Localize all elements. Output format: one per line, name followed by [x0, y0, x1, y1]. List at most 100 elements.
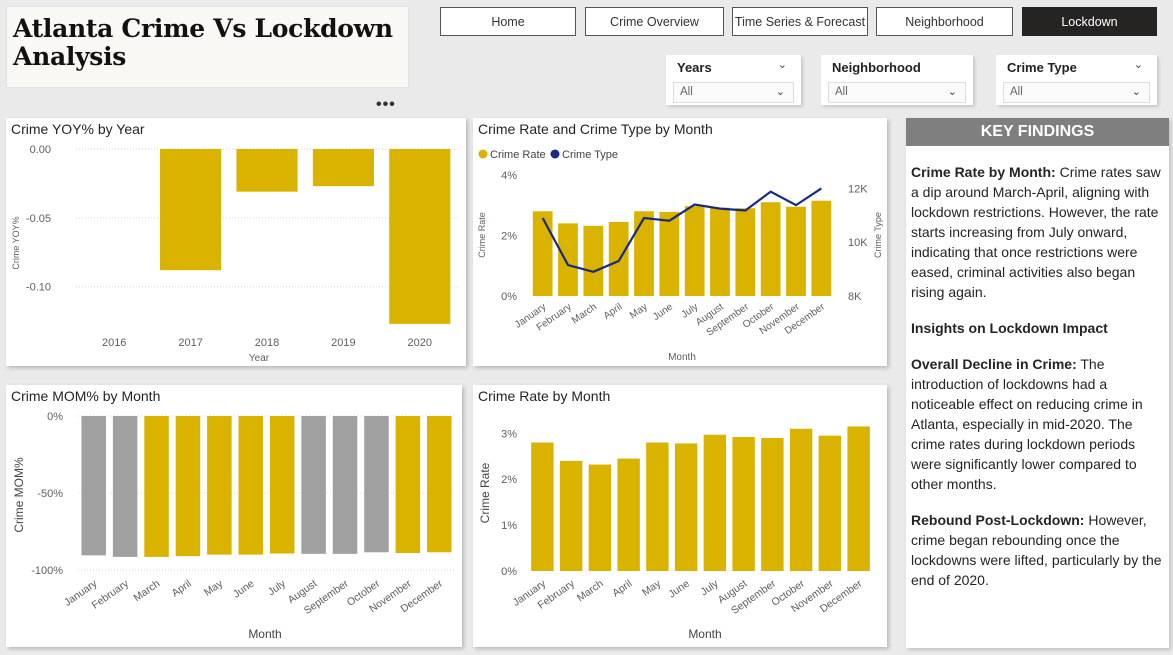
bar	[531, 442, 554, 571]
x-tick-label: April	[610, 578, 634, 600]
bar	[389, 149, 451, 324]
y-tick-label: 3%	[501, 428, 517, 440]
legend-label: Crime Rate	[490, 149, 546, 161]
bar	[332, 416, 358, 554]
x-tick-label: March	[131, 578, 162, 605]
finding-heading: Crime Rate by Month:	[911, 164, 1056, 180]
bar	[703, 434, 727, 571]
bar	[811, 200, 832, 296]
x-tick-label: May	[202, 577, 226, 599]
bar	[312, 149, 374, 187]
bar	[364, 416, 389, 553]
key-findings-body: Crime Rate by Month: Crime rates saw a d…	[906, 146, 1169, 590]
years-slicer-label: Years	[677, 60, 712, 75]
years-dropdown-value: All	[680, 86, 693, 98]
nav-neighborhood-button[interactable]: Neighborhood	[876, 7, 1013, 36]
finding-heading: Overall Decline in Crime:	[911, 356, 1077, 372]
neighborhood-slicer-label: Neighborhood	[832, 60, 921, 75]
chevron-down-icon: ⌄	[1131, 86, 1141, 98]
bar	[583, 225, 604, 296]
bar	[818, 435, 842, 571]
x-tick-label: 2016	[102, 337, 126, 349]
key-findings-panel: KEY FINDINGS Crime Rate by Month: Crime …	[906, 118, 1169, 648]
x-tick-label: March	[575, 578, 606, 605]
bar	[732, 437, 755, 571]
bar	[81, 416, 106, 556]
nav-crime-overview-button[interactable]: Crime Overview	[585, 7, 724, 36]
x-tick-label: 2019	[331, 337, 355, 349]
bar	[588, 464, 612, 571]
y-tick-label: 2%	[501, 474, 517, 486]
mom-chart-card: 0% -50% -100% January February March April May J…	[6, 385, 462, 647]
y-tick-label: 0%	[501, 291, 517, 303]
nav-home-button[interactable]: Home	[440, 7, 576, 36]
x-axis-title: Month	[668, 352, 696, 363]
key-findings-header: KEY FINDINGS	[906, 118, 1169, 146]
rate-type-chart-card: Crime Rate Crime Type 0% 2% 4% 8K 10K 12K Januar…	[473, 118, 887, 366]
bar	[634, 211, 654, 296]
bar	[144, 416, 169, 557]
y-axis-title: Crime Rate	[477, 212, 487, 258]
bar	[646, 442, 669, 571]
x-tick-label: June	[666, 578, 692, 601]
y-axis-title: Crime YOY%	[11, 216, 21, 269]
chevron-down-icon: ⌄	[947, 86, 957, 98]
legend-marker-crime-type	[550, 149, 560, 159]
y-tick-label: 0.00	[30, 144, 51, 156]
rate-type-chart-title: Crime Rate and Crime Type by Month	[478, 121, 713, 137]
finding-paragraph: Overall Decline in Crime: The introducti…	[911, 354, 1164, 494]
collapse-chevron-icon[interactable]: ⌄	[778, 58, 787, 71]
bar	[532, 211, 553, 296]
y-tick-label: -50%	[37, 488, 63, 500]
x-tick-label: June	[231, 578, 257, 601]
more-options-icon[interactable]: •••	[376, 96, 396, 114]
bar	[617, 458, 640, 571]
mom-chart-title: Crime MOM% by Month	[11, 388, 161, 404]
yoy-chart: 0.00 -0.05 -0.10 2016 2017 2018 2019 2020 Year Cr…	[11, 144, 458, 364]
finding-heading: Rebound Post-Lockdown:	[911, 512, 1085, 528]
crime-type-dropdown-value: All	[1010, 86, 1023, 98]
rate-chart-title: Crime Rate by Month	[478, 388, 611, 404]
x-tick-label: 2017	[178, 337, 202, 349]
rate-chart-card: 0% 1% 2% 3% January February March April May June…	[473, 385, 887, 647]
x-tick-label: May	[628, 301, 650, 321]
y-axis-title: Crime Rate	[478, 462, 492, 523]
bar	[786, 206, 806, 296]
chevron-down-icon: ⌄	[775, 86, 785, 98]
nav-time-series-button[interactable]: Time Series & Forecast	[732, 7, 868, 36]
years-slicer: Years ⌄ All ⌄	[666, 55, 801, 105]
bar	[659, 211, 680, 296]
bar	[847, 426, 870, 571]
finding-heading: Insights on Lockdown Impact	[911, 320, 1108, 336]
bar	[559, 460, 583, 571]
bar	[112, 416, 138, 557]
nav-lockdown-button[interactable]: Lockdown	[1022, 7, 1157, 36]
neighborhood-dropdown[interactable]: All ⌄	[828, 82, 966, 103]
crime-type-dropdown[interactable]: All ⌄	[1003, 82, 1150, 103]
y-tick-label: 4%	[501, 170, 517, 182]
finding-paragraph: Insights on Lockdown Impact	[911, 318, 1164, 338]
yoy-chart-card: 0.00 -0.05 -0.10 2016 2017 2018 2019 2020 Year Cr…	[6, 118, 466, 366]
years-dropdown[interactable]: All ⌄	[673, 82, 794, 103]
finding-text: The introduction of lockdowns had a noti…	[911, 356, 1143, 492]
neighborhood-slicer: Neighborhood All ⌄	[821, 55, 973, 105]
x-tick-label: 2018	[255, 337, 279, 349]
x-tick-label: March	[570, 301, 599, 326]
x-tick-label: June	[651, 301, 675, 323]
bar	[301, 416, 326, 554]
legend-marker-crime-rate	[478, 149, 488, 159]
bar	[684, 206, 705, 296]
x-axis-title: Month	[248, 627, 281, 641]
y2-tick-label: 8K	[848, 291, 862, 303]
rate-chart: 0%1%2%3%JanuaryFebruaryMarch April May June…	[478, 426, 870, 641]
y2-tick-label: 12K	[848, 183, 868, 195]
bar	[269, 416, 295, 554]
y-tick-label: 0%	[501, 566, 517, 578]
neighborhood-dropdown-value: All	[835, 86, 848, 98]
collapse-chevron-icon[interactable]: ⌄	[1134, 58, 1143, 71]
legend-label: Crime Type	[562, 149, 618, 161]
bar	[395, 416, 421, 554]
x-tick-label: 2020	[408, 337, 432, 349]
page-title: Atlanta Crime Vs Lockdown Analysis	[13, 14, 393, 71]
crime-type-slicer: Crime Type ⌄ All ⌄	[996, 55, 1157, 105]
